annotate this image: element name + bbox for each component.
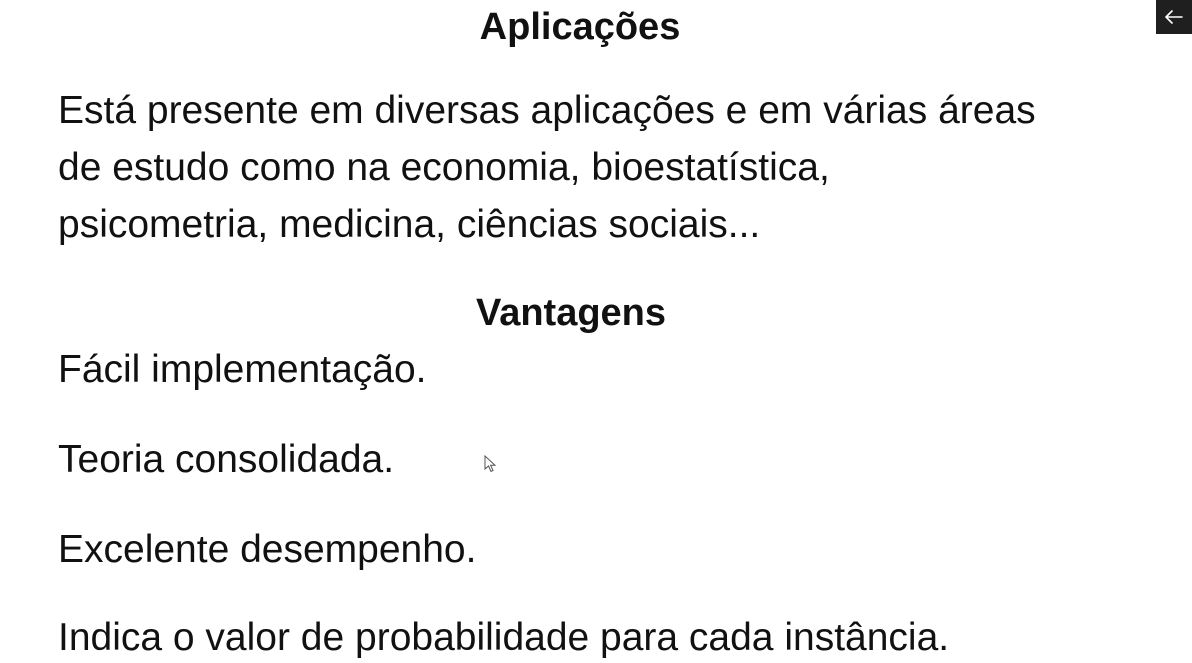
paragraph-line: Está presente em diversas aplicações e e… <box>58 89 1036 132</box>
advantage-item: Fácil implementação. <box>58 348 427 391</box>
applications-heading: Aplicações <box>479 6 681 48</box>
advantage-item: Teoria consolidada. <box>58 438 395 481</box>
paragraph-line: psicometria, medicina, ciências sociais.… <box>58 203 761 246</box>
mouse-cursor-icon <box>484 455 497 473</box>
slide: Aplicações Está presente em diversas apl… <box>0 0 1192 663</box>
paragraph-line: de estudo como na economia, bioestatísti… <box>58 146 830 189</box>
arrow-left-icon <box>1165 10 1183 24</box>
advantages-heading: Vantagens <box>475 292 667 334</box>
applications-paragraph: Está presente em diversas aplicações e e… <box>58 82 1158 253</box>
back-button[interactable] <box>1156 0 1192 34</box>
advantage-item: Excelente desempenho. <box>58 528 477 571</box>
advantage-item: Indica o valor de probabilidade para cad… <box>58 616 950 659</box>
